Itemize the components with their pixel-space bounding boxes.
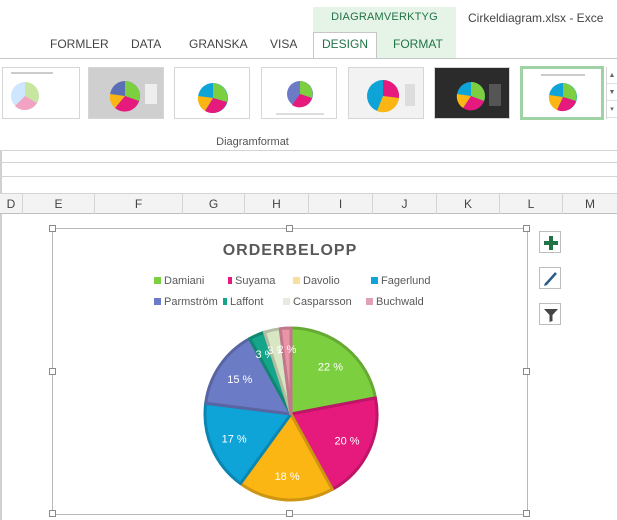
resize-handle[interactable] bbox=[523, 225, 530, 232]
tab-visa[interactable]: VISA bbox=[270, 37, 297, 51]
pie-chart[interactable]: ORDERBELOPP Damiani Suyama Davolio Fager… bbox=[49, 225, 530, 517]
filter-icon bbox=[544, 309, 558, 322]
tab-design-label: DESIGN bbox=[321, 37, 368, 51]
column-header[interactable]: D bbox=[0, 194, 23, 214]
chart-elements-button[interactable] bbox=[539, 231, 561, 253]
column-header[interactable]: I bbox=[309, 194, 373, 214]
data-label: 15 % bbox=[227, 374, 252, 386]
gallery-scroll-down-icon[interactable]: ▼ bbox=[607, 84, 617, 101]
column-header[interactable]: M bbox=[563, 194, 617, 214]
formula-bar-divider bbox=[0, 162, 617, 163]
resize-handle[interactable] bbox=[523, 368, 530, 375]
ribbon-group-label: Diagramformat bbox=[216, 136, 289, 148]
chart-style-thumbnail[interactable] bbox=[88, 67, 164, 119]
chart-styles-button[interactable] bbox=[539, 267, 561, 289]
ribbon-body: ▲ ▼ ▾ Diagramformat bbox=[0, 58, 617, 151]
chart-style-thumbnail[interactable] bbox=[174, 67, 250, 119]
column-header[interactable]: H bbox=[245, 194, 309, 214]
gallery-scrollbar[interactable]: ▲ ▼ ▾ bbox=[606, 67, 617, 119]
chart-style-thumbnail[interactable] bbox=[348, 67, 424, 119]
resize-handle[interactable] bbox=[49, 510, 56, 517]
resize-handle[interactable] bbox=[286, 510, 293, 517]
chart-style-thumbnail[interactable] bbox=[2, 67, 80, 119]
resize-handle[interactable] bbox=[49, 368, 56, 375]
column-header[interactable]: F bbox=[95, 194, 183, 214]
formula-bar-divider bbox=[0, 176, 617, 177]
column-headers: D E F G H I J K L M bbox=[0, 193, 617, 214]
contextual-tab-title: DIAGRAMVERKTYG bbox=[331, 11, 438, 23]
chart-style-thumbnail[interactable] bbox=[261, 67, 337, 119]
column-header[interactable]: G bbox=[183, 194, 245, 214]
gallery-more-icon[interactable]: ▾ bbox=[607, 101, 617, 118]
tab-design[interactable]: DESIGN bbox=[313, 32, 377, 59]
data-label: 2 % bbox=[277, 344, 296, 356]
column-header[interactable]: J bbox=[373, 194, 437, 214]
data-label: 17 % bbox=[222, 434, 247, 446]
column-header[interactable]: L bbox=[500, 194, 563, 214]
data-label: 22 % bbox=[318, 361, 343, 373]
tab-formler[interactable]: FORMLER bbox=[50, 37, 109, 51]
data-label: 20 % bbox=[334, 435, 359, 447]
chart-filters-button[interactable] bbox=[539, 303, 561, 325]
data-label: 18 % bbox=[275, 471, 300, 483]
column-header[interactable]: K bbox=[437, 194, 500, 214]
resize-handle[interactable] bbox=[523, 510, 530, 517]
chart-style-thumbnail[interactable] bbox=[434, 67, 510, 119]
ribbon-tab-bar: DIAGRAMVERKTYG Cirkeldiagram.xlsx - Exce… bbox=[0, 0, 617, 59]
resize-handle[interactable] bbox=[286, 225, 293, 232]
plus-icon bbox=[544, 236, 558, 250]
document-title: Cirkeldiagram.xlsx - Exce bbox=[468, 11, 604, 25]
brush-icon bbox=[544, 272, 557, 286]
chart-style-gallery: ▲ ▼ ▾ bbox=[0, 66, 617, 127]
chart-style-thumbnail-selected[interactable] bbox=[520, 66, 604, 120]
column-header[interactable]: E bbox=[23, 194, 95, 214]
pie-plot-area: 22 %20 %18 %17 %15 %3 %3 %2 % bbox=[203, 326, 379, 502]
resize-handle[interactable] bbox=[49, 225, 56, 232]
gallery-scroll-up-icon[interactable]: ▲ bbox=[607, 67, 617, 84]
tab-format[interactable]: FORMAT bbox=[393, 37, 443, 51]
tab-data[interactable]: DATA bbox=[131, 37, 161, 51]
tab-granska[interactable]: GRANSKA bbox=[189, 37, 248, 51]
